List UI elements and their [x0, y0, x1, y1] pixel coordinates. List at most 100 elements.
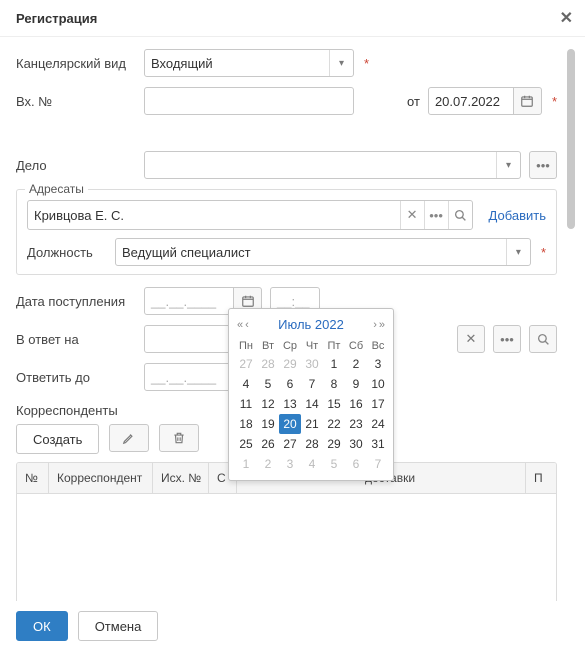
- cancel-button[interactable]: Отмена: [78, 611, 159, 641]
- calendar-day[interactable]: 20: [279, 414, 301, 434]
- dialog-title: Регистрация: [16, 11, 97, 26]
- calendar-title[interactable]: Июль 2022: [249, 317, 373, 332]
- calendar-day[interactable]: 5: [257, 374, 279, 394]
- col-p: П: [526, 463, 556, 493]
- calendar-day[interactable]: 31: [367, 434, 389, 454]
- required-marker: *: [552, 94, 557, 109]
- col-num: №: [17, 463, 49, 493]
- calendar-day[interactable]: 25: [235, 434, 257, 454]
- calendar-day-next[interactable]: 2: [257, 454, 279, 474]
- calendar-day[interactable]: 19: [257, 414, 279, 434]
- edit-button[interactable]: [109, 424, 149, 452]
- delo-more-button[interactable]: •••: [529, 151, 557, 179]
- create-button[interactable]: Создать: [16, 424, 99, 454]
- vhno-input[interactable]: [144, 87, 354, 115]
- field-label-position: Должность: [27, 245, 107, 260]
- calendar-icon[interactable]: [514, 87, 542, 115]
- reply-clear-button[interactable]: ✕: [457, 325, 485, 353]
- required-marker: *: [541, 245, 546, 260]
- calendar-day-next[interactable]: 6: [345, 454, 367, 474]
- position-select[interactable]: Ведущий специалист ▾: [115, 238, 531, 266]
- addressee-input[interactable]: Кривцова Е. С. ✕ •••: [27, 200, 473, 230]
- calendar-day[interactable]: 26: [257, 434, 279, 454]
- calendar-day-prev[interactable]: 29: [279, 354, 301, 374]
- reply-more-button[interactable]: •••: [493, 325, 521, 353]
- receipt-date-input[interactable]: __.__.____: [144, 287, 234, 315]
- correspondents-table: № Корреспондент Исх. № С доставки П: [16, 462, 557, 601]
- col-correspondent: Корреспондент: [49, 463, 153, 493]
- calendar-day[interactable]: 13: [279, 394, 301, 414]
- calendar-day[interactable]: 14: [301, 394, 323, 414]
- add-addressee-link[interactable]: Добавить: [489, 208, 546, 223]
- calendar-day-next[interactable]: 5: [323, 454, 345, 474]
- calendar-day[interactable]: 1: [323, 354, 345, 374]
- search-icon[interactable]: [448, 201, 472, 229]
- calendar-day-prev[interactable]: 27: [235, 354, 257, 374]
- calendar-dow: Вс: [367, 338, 389, 354]
- more-icon[interactable]: •••: [424, 201, 448, 229]
- calendar-day[interactable]: 24: [367, 414, 389, 434]
- ok-button[interactable]: ОК: [16, 611, 68, 641]
- calendar-day[interactable]: 12: [257, 394, 279, 414]
- calendar-day[interactable]: 18: [235, 414, 257, 434]
- vertical-scrollbar[interactable]: [565, 49, 577, 601]
- field-label-delo: Дело: [16, 158, 136, 173]
- calendar-day[interactable]: 28: [301, 434, 323, 454]
- reply-to-input[interactable]: [144, 325, 234, 353]
- reply-search-button[interactable]: [529, 325, 557, 353]
- calendar-day[interactable]: 11: [235, 394, 257, 414]
- field-label-reply-to: В ответ на: [16, 332, 136, 347]
- calendar-day-prev[interactable]: 30: [301, 354, 323, 374]
- delo-select[interactable]: ▾: [144, 151, 521, 179]
- chevron-down-icon: ▾: [329, 50, 353, 76]
- calendar-dow: Чт: [301, 338, 323, 354]
- clear-icon[interactable]: ✕: [400, 201, 424, 229]
- kanc-type-select[interactable]: Входящий ▾: [144, 49, 354, 77]
- required-marker: *: [364, 56, 369, 71]
- dialog-header: Регистрация ✕: [0, 0, 585, 37]
- chevron-down-icon: ▾: [496, 152, 520, 178]
- calendar-day[interactable]: 9: [345, 374, 367, 394]
- ot-date-input[interactable]: 20.07.2022: [428, 87, 514, 115]
- calendar-day[interactable]: 10: [367, 374, 389, 394]
- addressees-fieldset: Адресаты Кривцова Е. С. ✕ ••• Добавить Д…: [16, 189, 557, 275]
- calendar-day[interactable]: 16: [345, 394, 367, 414]
- prev-year-icon[interactable]: «: [237, 319, 243, 331]
- calendar-day[interactable]: 21: [301, 414, 323, 434]
- calendar-day[interactable]: 6: [279, 374, 301, 394]
- calendar-header: « ‹ Июль 2022 › »: [235, 313, 387, 338]
- calendar-dow: Сб: [345, 338, 367, 354]
- fieldset-legend: Адресаты: [25, 182, 88, 196]
- calendar-day-next[interactable]: 4: [301, 454, 323, 474]
- chevron-down-icon: ▾: [506, 239, 530, 265]
- calendar-day[interactable]: 17: [367, 394, 389, 414]
- field-label-reply-by: Ответить до: [16, 370, 136, 385]
- calendar-day-next[interactable]: 1: [235, 454, 257, 474]
- calendar-day[interactable]: 30: [345, 434, 367, 454]
- calendar-day[interactable]: 15: [323, 394, 345, 414]
- field-label-vhno: Вх. №: [16, 94, 136, 109]
- scrollbar-thumb[interactable]: [567, 49, 575, 229]
- field-label-kanc: Канцелярский вид: [16, 56, 136, 71]
- close-icon[interactable]: ✕: [560, 8, 573, 28]
- calendar-day[interactable]: 22: [323, 414, 345, 434]
- calendar-dow: Ср: [279, 338, 301, 354]
- calendar-day[interactable]: 8: [323, 374, 345, 394]
- calendar-dow: Пт: [323, 338, 345, 354]
- calendar-day[interactable]: 7: [301, 374, 323, 394]
- reply-by-date-input[interactable]: __.__.____: [144, 363, 234, 391]
- calendar-day[interactable]: 2: [345, 354, 367, 374]
- calendar-day[interactable]: 27: [279, 434, 301, 454]
- next-year-icon[interactable]: »: [379, 319, 385, 331]
- delete-button[interactable]: [159, 424, 199, 452]
- next-month-icon[interactable]: ›: [373, 319, 377, 331]
- calendar-dow: Вт: [257, 338, 279, 354]
- calendar-day[interactable]: 29: [323, 434, 345, 454]
- calendar-day-prev[interactable]: 28: [257, 354, 279, 374]
- calendar-day-next[interactable]: 3: [279, 454, 301, 474]
- calendar-day[interactable]: 3: [367, 354, 389, 374]
- calendar-day[interactable]: 4: [235, 374, 257, 394]
- calendar-day-next[interactable]: 7: [367, 454, 389, 474]
- date-picker-popup: « ‹ Июль 2022 › » ПнВтСрЧтПтСбВс27282930…: [228, 308, 394, 481]
- calendar-day[interactable]: 23: [345, 414, 367, 434]
